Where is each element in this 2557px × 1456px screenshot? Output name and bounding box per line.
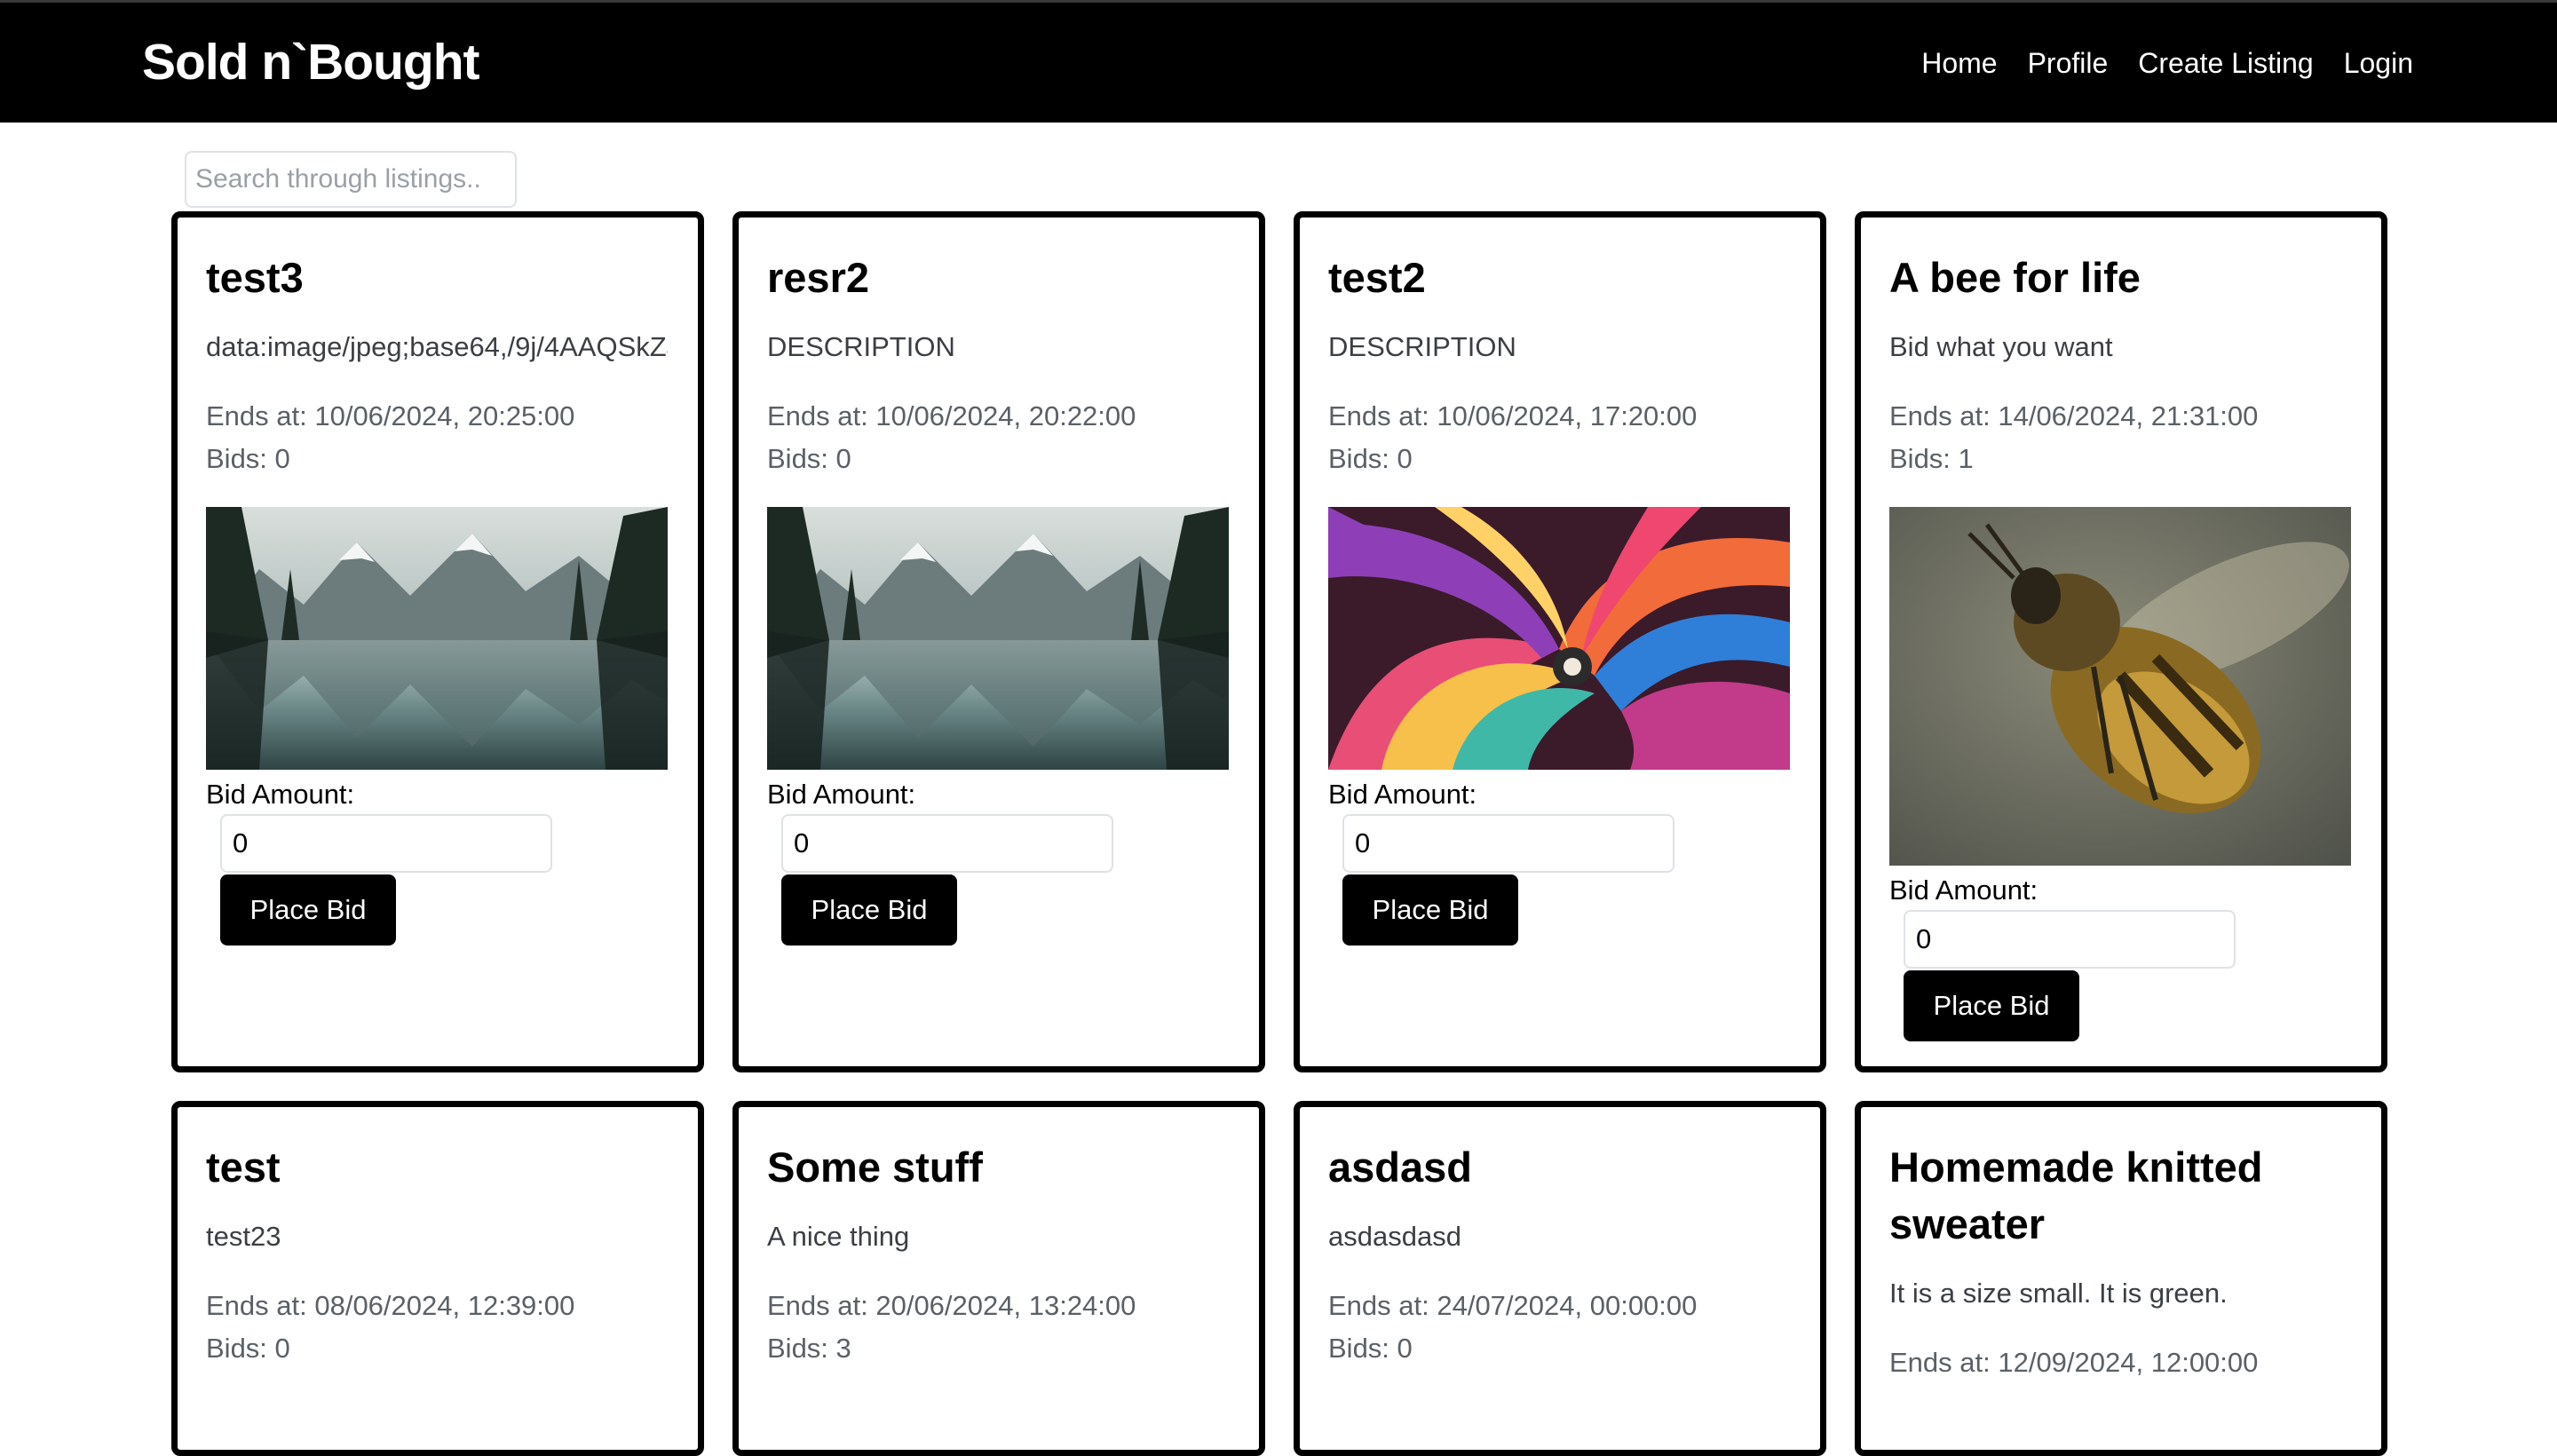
- listing-description: Bid what you want: [1889, 331, 2113, 362]
- listing-title: resr2: [767, 254, 869, 301]
- abstract-swirl-icon: [1328, 507, 1790, 770]
- nav-profile[interactable]: Profile: [2028, 47, 2109, 80]
- place-bid-button[interactable]: Place Bid: [1342, 874, 1518, 946]
- bee-icon: [1889, 507, 2351, 866]
- listing-title: Homemade knitted sweater: [1889, 1143, 2263, 1247]
- listing-title: test3: [206, 254, 304, 301]
- listing-description: DESCRIPTION: [1328, 331, 1516, 362]
- listing-ends-at: Ends at: 10/06/2024, 20:22:00: [767, 400, 1136, 431]
- place-bid-button[interactable]: Place Bid: [781, 874, 957, 946]
- nav-create-listing[interactable]: Create Listing: [2138, 47, 2313, 80]
- listing-bids: Bids: 3: [767, 1333, 851, 1364]
- listing-bids: Bids: 0: [206, 443, 290, 474]
- listing-bids: Bids: 0: [1328, 443, 1413, 474]
- bid-amount-input[interactable]: [1904, 910, 2236, 969]
- bid-amount-label: Bid Amount:: [1328, 779, 1477, 810]
- listing-title: test2: [1328, 254, 1426, 301]
- bid-amount-label: Bid Amount:: [206, 779, 355, 810]
- listing-ends-at: Ends at: 24/07/2024, 00:00:00: [1328, 1290, 1698, 1321]
- listing-card: Homemade knitted sweater It is a size sm…: [1855, 1101, 2387, 1456]
- bid-amount-label: Bid Amount:: [1889, 874, 2038, 906]
- listing-title: test: [206, 1143, 281, 1191]
- place-bid-button[interactable]: Place Bid: [1904, 970, 2079, 1041]
- place-bid-button[interactable]: Place Bid: [220, 874, 396, 946]
- listing-bids: Bids: 0: [206, 1333, 290, 1364]
- listing-title: A bee for life: [1889, 254, 2141, 301]
- listing-ends-at: Ends at: 20/06/2024, 13:24:00: [767, 1290, 1136, 1321]
- listing-ends-at: Ends at: 10/06/2024, 17:20:00: [1328, 400, 1698, 431]
- bid-amount-input[interactable]: [781, 814, 1113, 873]
- listing-ends-at: Ends at: 10/06/2024, 20:25:00: [206, 400, 575, 431]
- listing-card: A bee for life Bid what you want Ends at…: [1855, 211, 2387, 1072]
- listing-card: resr2 DESCRIPTION Ends at: 10/06/2024, 2…: [732, 211, 1265, 1072]
- listing-description: test23: [206, 1221, 281, 1252]
- listing-bids: Bids: 0: [767, 443, 851, 474]
- bid-amount-label: Bid Amount:: [767, 779, 916, 810]
- mountain-lake-icon: [206, 507, 668, 770]
- listing-card: Some stuff A nice thing Ends at: 20/06/2…: [732, 1101, 1265, 1456]
- listing-title: asdasd: [1328, 1143, 1472, 1191]
- listing-bids: Bids: 1: [1889, 443, 1974, 474]
- listing-ends-at: Ends at: 12/09/2024, 12:00:00: [1889, 1347, 2259, 1378]
- bid-amount-input[interactable]: [1342, 814, 1674, 873]
- nav-login[interactable]: Login: [2344, 47, 2413, 80]
- mountain-lake-icon: [767, 507, 1229, 770]
- listing-ends-at: Ends at: 08/06/2024, 12:39:00: [206, 1290, 575, 1321]
- listing-bids: Bids: 0: [1328, 1333, 1413, 1364]
- listing-card: test test23 Ends at: 08/06/2024, 12:39:0…: [171, 1101, 704, 1456]
- listing-description: DESCRIPTION: [767, 331, 955, 362]
- nav-links: Home Profile Create Listing Login: [1921, 47, 2413, 80]
- listing-description: data:image/jpeg;base64,/9j/4AAQSkZJRgABA…: [206, 331, 668, 362]
- search-input[interactable]: [185, 151, 517, 208]
- listing-card: test2 DESCRIPTION Ends at: 10/06/2024, 1…: [1294, 211, 1826, 1072]
- nav-home[interactable]: Home: [1921, 47, 1997, 80]
- listing-description: It is a size small. It is green.: [1889, 1278, 2228, 1309]
- bid-amount-input[interactable]: [220, 814, 552, 873]
- listing-ends-at: Ends at: 14/06/2024, 21:31:00: [1889, 400, 2259, 431]
- brand-logo[interactable]: Sold n`Bought: [142, 33, 480, 91]
- listing-description: asdasdasd: [1328, 1221, 1461, 1252]
- listing-title: Some stuff: [767, 1143, 983, 1191]
- listing-card: asdasd asdasdasd Ends at: 24/07/2024, 00…: [1294, 1101, 1826, 1456]
- listing-description: A nice thing: [767, 1221, 910, 1252]
- navbar: Sold n`Bought Home Profile Create Listin…: [0, 0, 2557, 123]
- listing-card: test3 data:image/jpeg;base64,/9j/4AAQSkZ…: [171, 211, 704, 1072]
